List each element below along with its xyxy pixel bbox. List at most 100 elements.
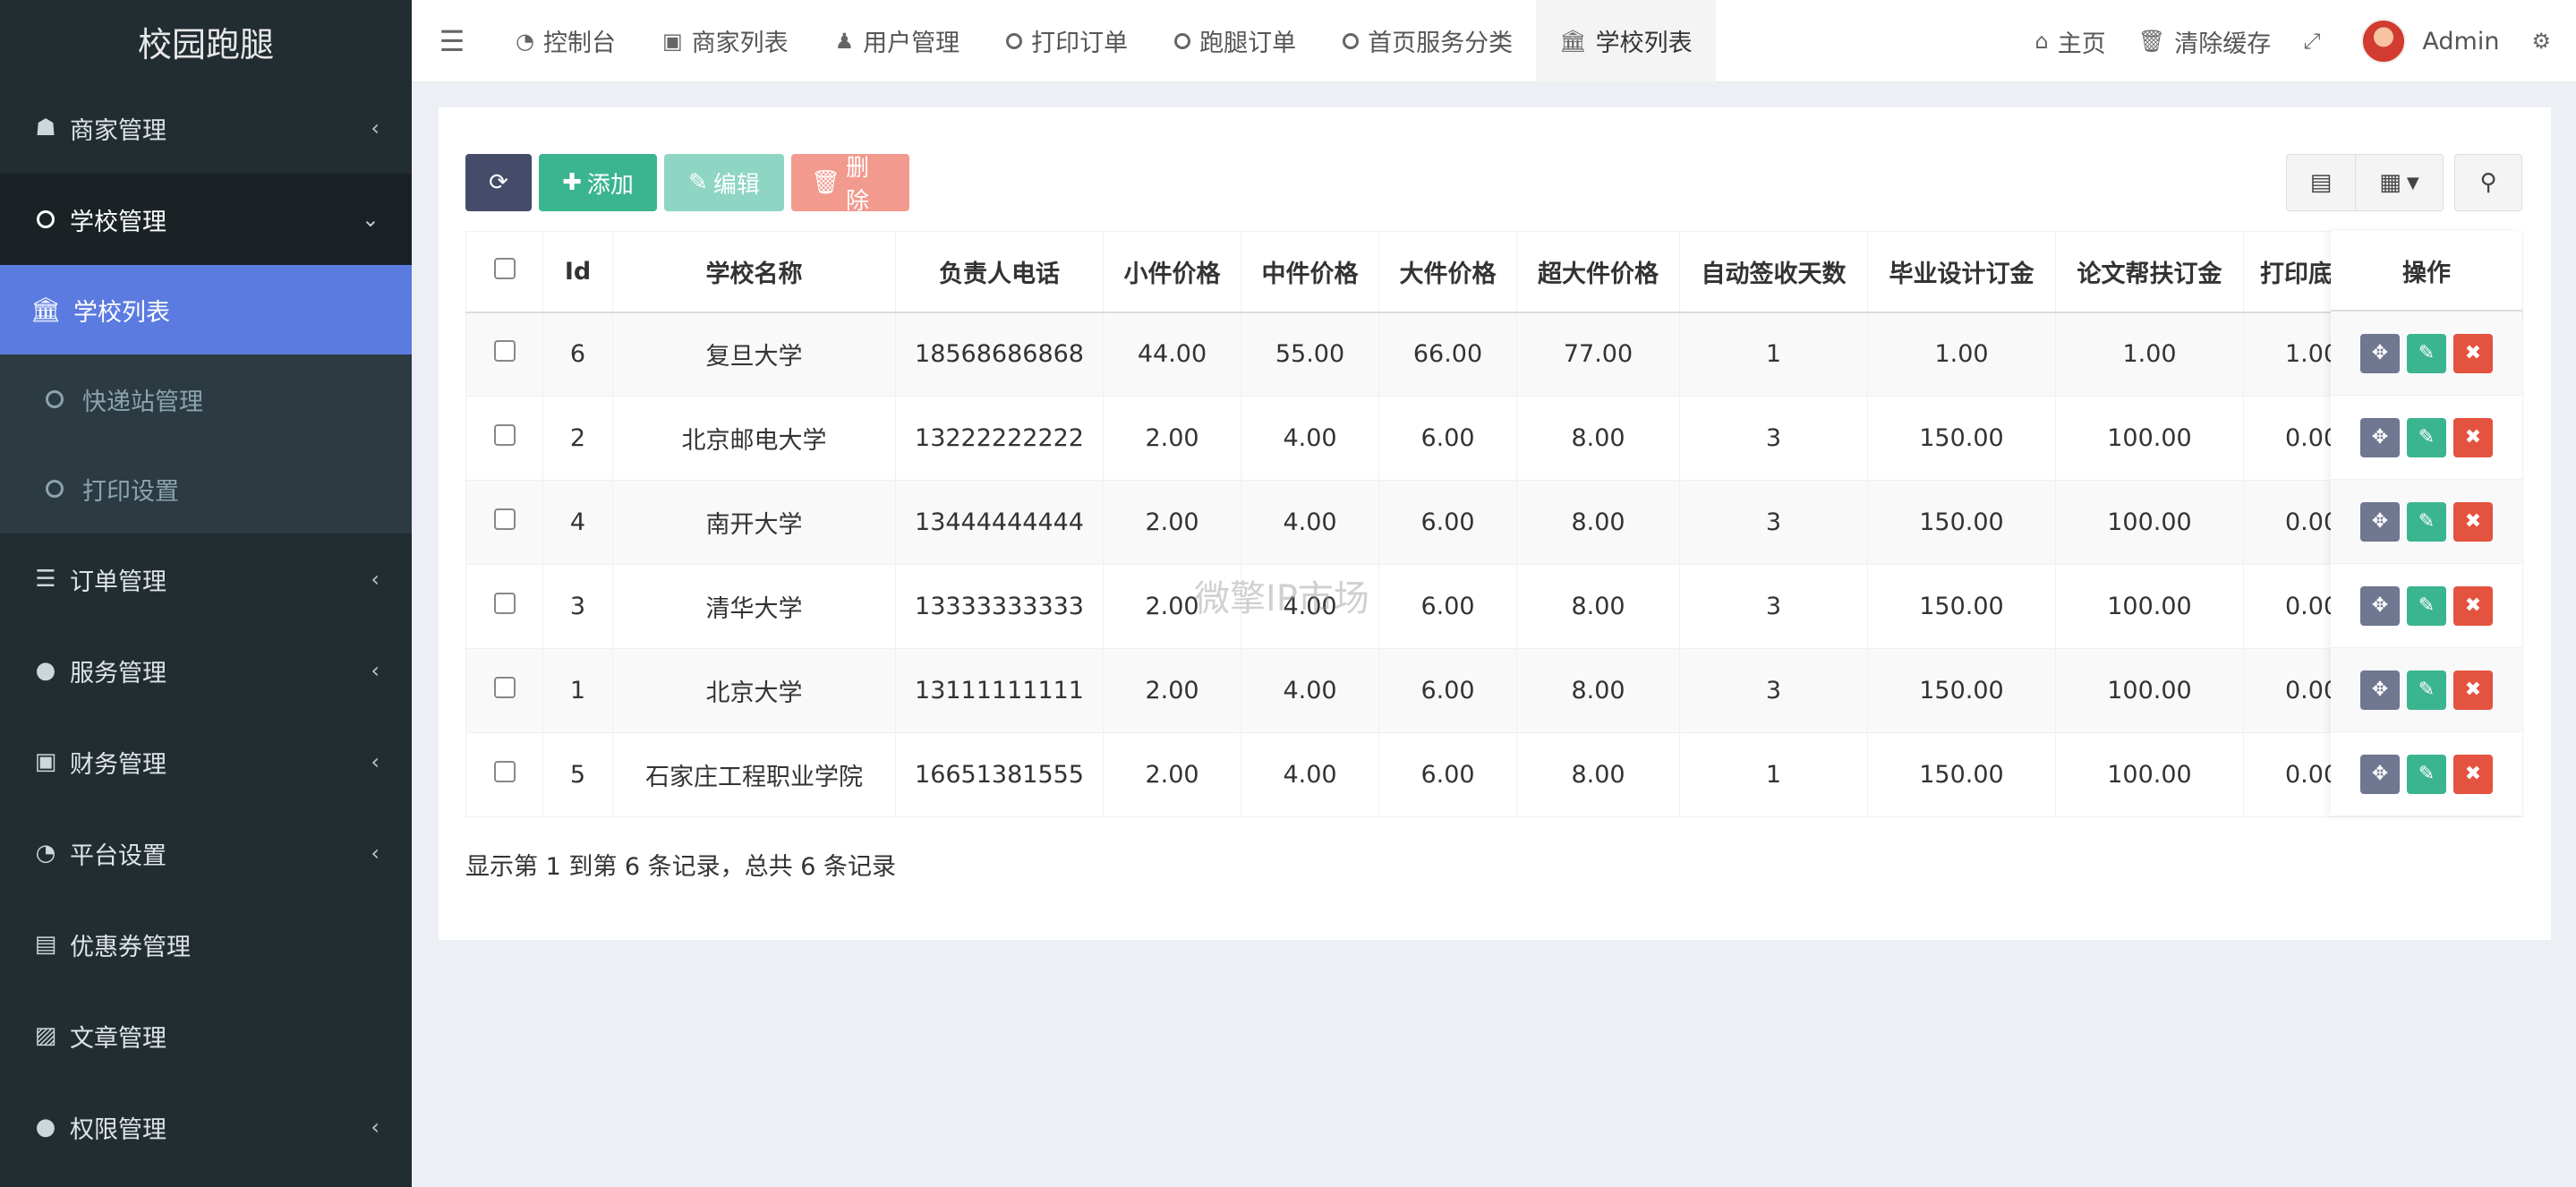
table-cell: 16651381555 (895, 732, 1104, 817)
column-header[interactable]: 超大件价格 (1516, 231, 1680, 313)
expand-icon: ⤢ (2303, 29, 2321, 54)
menu-toggle-icon[interactable]: ☰ (412, 0, 492, 82)
table-cell: 南开大学 (612, 480, 896, 565)
tab-user-management[interactable]: ♟ 用户管理 (812, 0, 984, 82)
row-select-cell[interactable] (465, 564, 543, 649)
add-button[interactable]: ✚ 添加 (539, 154, 657, 211)
sidebar-item-permissions[interactable]: ● 权限管理 ‹ (0, 1081, 412, 1173)
row-select-cell[interactable] (465, 396, 543, 481)
table-row[interactable]: 3 清华大学 13333333333 2.00 4.00 6.00 8.00 3 150.00 1… (465, 564, 2523, 649)
drag-button[interactable]: ✥ (2360, 333, 2400, 373)
sidebar-subitem-school-list[interactable]: 🏛 学校列表 (0, 265, 412, 354)
app-logo[interactable]: 校园跑腿 (0, 0, 412, 82)
row-edit-button[interactable]: ✎ (2407, 585, 2446, 626)
user-menu[interactable]: Admin (2345, 0, 2515, 82)
row-delete-button[interactable]: ✖ (2453, 670, 2493, 710)
select-all-cell[interactable] (465, 231, 543, 313)
tab-school-list[interactable]: 🏛 学校列表 (1536, 0, 1716, 82)
sidebar-item-articles[interactable]: ▨ 文章管理 (0, 990, 412, 1081)
edit-button[interactable]: ✎ 编辑 (664, 154, 784, 211)
table-cell: 8.00 (1516, 564, 1680, 649)
row-checkbox[interactable] (493, 593, 516, 614)
tab-label: 用户管理 (863, 30, 960, 57)
clear-cache-button[interactable]: 🗑 清除缓存 (2122, 0, 2287, 82)
sidebar-subitem-express-station[interactable]: 快递站管理 (0, 354, 412, 444)
table-cell: 13444444444 (895, 480, 1104, 565)
column-header[interactable]: 负责人电话 (895, 231, 1104, 313)
row-actions: ✥ ✎ ✖ (2331, 396, 2522, 480)
column-header[interactable]: Id (542, 231, 613, 313)
search-button[interactable]: ⚲ (2454, 154, 2522, 211)
fullscreen-button[interactable]: ⤢ (2287, 0, 2345, 82)
home-link[interactable]: ⌂ 主页 (2019, 0, 2122, 82)
tab-errand-orders[interactable]: 跑腿订单 (1151, 0, 1319, 82)
table-cell: 44.00 (1103, 312, 1241, 397)
settings-button[interactable]: ⚙ (2515, 0, 2576, 82)
table-row[interactable]: 4 南开大学 13444444444 2.00 4.00 6.00 8.00 3 150.00 1… (465, 480, 2523, 565)
tab-dashboard[interactable]: ◔ 控制台 (492, 0, 639, 82)
sidebar-item-school[interactable]: 学校管理 ⌄ (0, 174, 412, 265)
row-select-cell[interactable] (465, 732, 543, 817)
select-all-checkbox[interactable] (493, 257, 516, 279)
drag-button[interactable]: ✥ (2360, 501, 2400, 542)
sidebar-item-merchant[interactable]: ☗ 商家管理 ‹ (0, 82, 412, 174)
column-header[interactable]: 中件价格 (1241, 231, 1379, 313)
sidebar-item-platform[interactable]: ◔ 平台设置 ‹ (0, 807, 412, 899)
column-header[interactable]: 毕业设计订金 (1867, 231, 2056, 313)
row-edit-button[interactable]: ✎ (2407, 417, 2446, 457)
row-checkbox[interactable] (493, 424, 516, 446)
avatar (2361, 19, 2407, 64)
table-cell: 2 (542, 396, 613, 481)
table-row[interactable]: 6 复旦大学 18568686868 44.00 55.00 66.00 77.00 1 1.0… (465, 312, 2523, 397)
row-edit-button[interactable]: ✎ (2407, 754, 2446, 794)
row-delete-button[interactable]: ✖ (2453, 585, 2493, 626)
row-edit-button[interactable]: ✎ (2407, 501, 2446, 542)
row-select-cell[interactable] (465, 648, 543, 733)
sidebar-item-finance[interactable]: ▣ 财务管理 ‹ (0, 716, 412, 807)
column-header[interactable]: 自动签收天数 (1679, 231, 1868, 313)
row-checkbox[interactable] (493, 677, 516, 698)
tab-home-service-category[interactable]: 首页服务分类 (1319, 0, 1536, 82)
row-actions: ✥ ✎ ✖ (2331, 564, 2522, 648)
column-header[interactable]: 小件价格 (1103, 231, 1241, 313)
column-header[interactable]: 论文帮扶订金 (2055, 231, 2244, 313)
row-edit-button[interactable]: ✎ (2407, 670, 2446, 710)
sidebar-item-services[interactable]: ● 服务管理 ‹ (0, 625, 412, 716)
column-header[interactable]: 学校名称 (612, 231, 896, 313)
drag-button[interactable]: ✥ (2360, 670, 2400, 710)
tab-merchant-list[interactable]: ▣ 商家列表 (639, 0, 812, 82)
table-cell: 8.00 (1516, 396, 1680, 481)
table-row[interactable]: 2 北京邮电大学 13222222222 2.00 4.00 6.00 8.00 3 150.0… (465, 396, 2523, 481)
table-cell: 北京大学 (612, 648, 896, 733)
row-select-cell[interactable] (465, 312, 543, 397)
row-select-cell[interactable] (465, 480, 543, 565)
table-cell: 100.00 (2055, 396, 2244, 481)
table-cell: 1.00 (2055, 312, 2244, 397)
sidebar-item-coupons[interactable]: ▤ 优惠券管理 (0, 899, 412, 990)
row-checkbox[interactable] (493, 508, 516, 530)
drag-button[interactable]: ✥ (2360, 754, 2400, 794)
top-nav: ☰ ◔ 控制台 ▣ 商家列表 ♟ 用户管理 打印订单 跑腿订单 首页服务分类 🏛… (412, 0, 2576, 82)
row-actions: ✥ ✎ ✖ (2331, 648, 2522, 732)
row-delete-button[interactable]: ✖ (2453, 501, 2493, 542)
drag-button[interactable]: ✥ (2360, 417, 2400, 457)
row-delete-button[interactable]: ✖ (2453, 333, 2493, 373)
sidebar-subitem-print-settings[interactable]: 打印设置 (0, 444, 412, 534)
trash-icon: ✖ (2464, 763, 2482, 785)
table-row[interactable]: 1 北京大学 13111111111 2.00 4.00 6.00 8.00 3 150.00 1… (465, 648, 2523, 733)
row-checkbox[interactable] (493, 340, 516, 363)
delete-button[interactable]: 🗑 删除 (791, 154, 909, 215)
toggle-view-button[interactable]: ▤ (2286, 154, 2356, 211)
sidebar-item-orders[interactable]: ☰ 订单管理 ‹ (0, 534, 412, 625)
row-checkbox[interactable] (493, 761, 516, 782)
sidebar-item-label: 学校管理 (70, 208, 166, 236)
row-delete-button[interactable]: ✖ (2453, 754, 2493, 794)
tab-print-orders[interactable]: 打印订单 (983, 0, 1151, 82)
refresh-button[interactable]: ⟳ (465, 154, 532, 211)
column-header[interactable]: 大件价格 (1378, 231, 1517, 313)
columns-dropdown-button[interactable]: ▦ ▼ (2356, 154, 2444, 211)
row-delete-button[interactable]: ✖ (2453, 417, 2493, 457)
row-edit-button[interactable]: ✎ (2407, 333, 2446, 373)
table-row[interactable]: 5 石家庄工程职业学院 16651381555 2.00 4.00 6.00 8.00 1 15… (465, 732, 2523, 817)
drag-button[interactable]: ✥ (2360, 585, 2400, 626)
